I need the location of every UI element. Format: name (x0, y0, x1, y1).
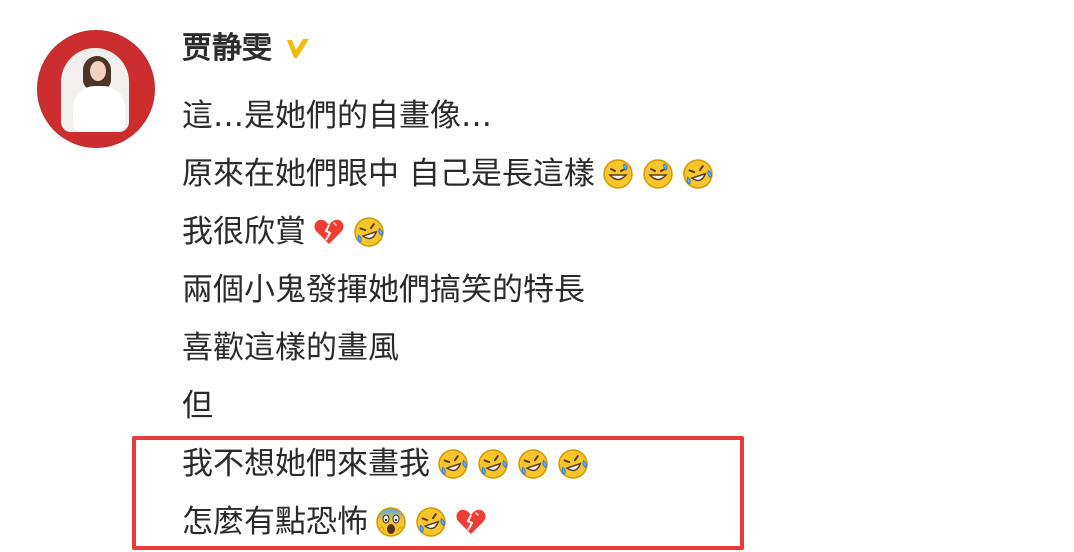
grinning-sweat-emoji-icon (641, 157, 675, 191)
avatar-face (90, 61, 106, 81)
post-text-1: 這…是她們的自畫像… (182, 97, 492, 134)
verified-v-icon (284, 35, 312, 63)
post-line-3: 我很欣賞 (182, 203, 882, 261)
post-line-5: 喜歡這樣的畫風 (182, 319, 882, 377)
post-text-6: 但 (182, 387, 213, 424)
rolling-laughing-emoji-icon (681, 157, 715, 191)
rolling-laughing-emoji-icon (352, 215, 386, 249)
post-text-4: 兩個小鬼發揮她們搞笑的特長 (182, 271, 585, 308)
post-line-6: 但 (182, 377, 882, 435)
post-line-1: 這…是她們的自畫像… (182, 87, 882, 145)
avatar-body (73, 86, 125, 132)
post-line-2: 原來在她們眼中 自己是長這樣 (182, 145, 882, 203)
post-text-3: 我很欣賞 (182, 213, 306, 250)
post-text-5: 喜歡這樣的畫風 (182, 329, 399, 366)
highlight-box (132, 436, 744, 550)
avatar-brand-mark: ✦ ✦ (53, 78, 61, 97)
broken-heart-emoji-icon (312, 215, 346, 249)
username[interactable]: 贾静雯 (182, 34, 272, 64)
user-header: 贾静雯 (182, 23, 312, 75)
post-line-4: 兩個小鬼發揮她們搞笑的特長 (182, 261, 882, 319)
profile-avatar[interactable]: ✦ ✦ (37, 30, 155, 148)
post-text-2: 原來在她們眼中 自己是長這樣 (182, 155, 595, 192)
grinning-sweat-emoji-icon (601, 157, 635, 191)
